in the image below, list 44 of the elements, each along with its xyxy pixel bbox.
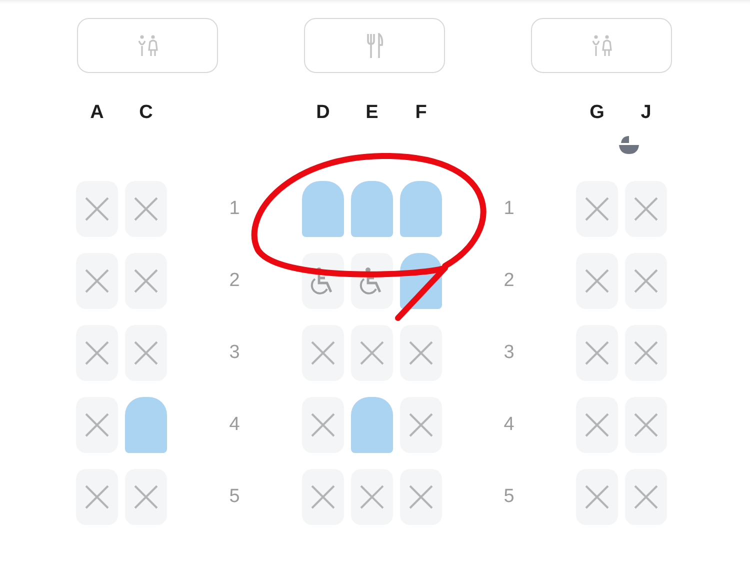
- row-number: 2: [502, 270, 516, 292]
- cross-icon: [84, 484, 110, 510]
- cross-icon: [310, 484, 336, 510]
- cross-icon: [584, 268, 610, 294]
- cross-icon: [584, 196, 610, 222]
- cross-icon: [633, 412, 659, 438]
- cross-icon: [84, 268, 110, 294]
- cross-icon: [84, 196, 110, 222]
- row-number: 5: [502, 486, 516, 508]
- column-letter: E: [364, 102, 380, 124]
- cross-icon: [133, 268, 159, 294]
- row-number: 3: [502, 342, 516, 364]
- row-number: 5: [228, 486, 241, 508]
- cross-icon: [633, 484, 659, 510]
- cross-icon: [633, 340, 659, 366]
- cross-icon: [133, 196, 159, 222]
- column-letter: G: [588, 102, 606, 124]
- column-letter: C: [138, 102, 154, 124]
- row-number: 4: [228, 414, 241, 436]
- cross-icon: [408, 340, 434, 366]
- cross-icon: [133, 340, 159, 366]
- cross-icon: [584, 484, 610, 510]
- cross-icon: [584, 340, 610, 366]
- cross-icon: [359, 340, 385, 366]
- column-letter: D: [315, 102, 331, 124]
- column-letter: J: [640, 102, 652, 124]
- cross-icon: [310, 412, 336, 438]
- column-letter: A: [89, 102, 105, 124]
- cross-icon: [310, 340, 336, 366]
- row-number: 3: [228, 342, 241, 364]
- cross-icon: [633, 268, 659, 294]
- cross-icon: [84, 340, 110, 366]
- cross-icon: [633, 196, 659, 222]
- cross-icon: [408, 412, 434, 438]
- cross-icon: [408, 484, 434, 510]
- cross-icon: [84, 412, 110, 438]
- row-number: 1: [502, 198, 516, 220]
- column-letter: F: [414, 102, 428, 124]
- row-number: 4: [502, 414, 516, 436]
- cross-icon: [359, 484, 385, 510]
- cross-icon: [133, 484, 159, 510]
- row-number: 1: [228, 198, 241, 220]
- row-number: 2: [228, 270, 241, 292]
- cross-icon: [584, 412, 610, 438]
